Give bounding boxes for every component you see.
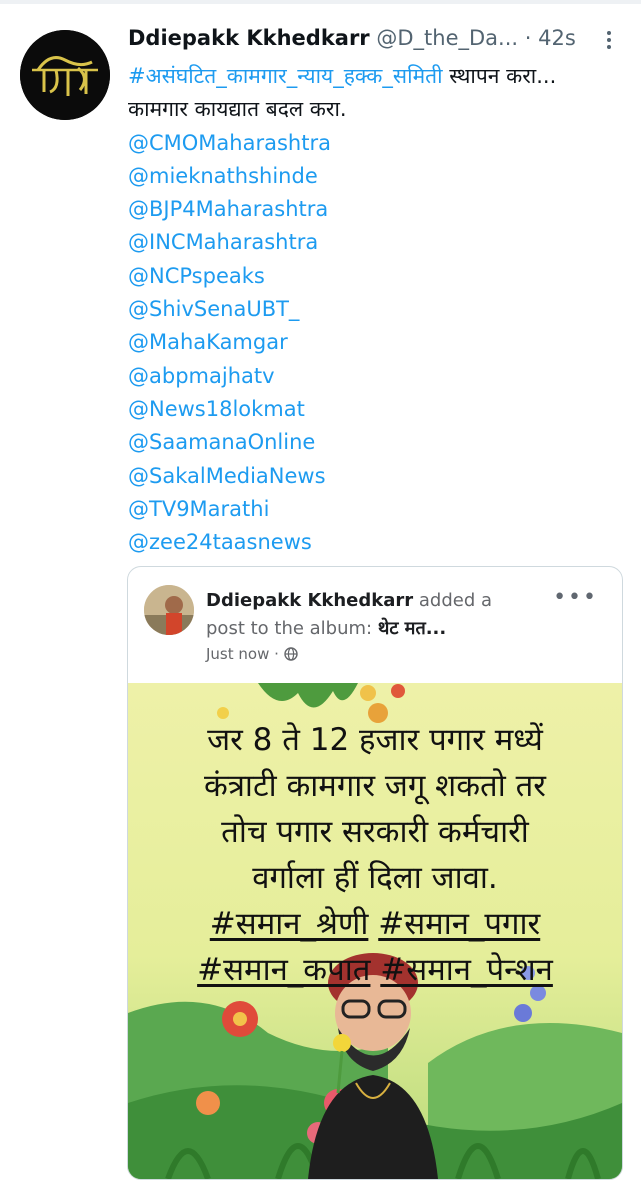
post-author-name[interactable]: Ddiepakk Kkhedkarr <box>206 590 413 611</box>
caption-hashtag: #समान_पगार <box>378 906 541 942</box>
caption-line-3: तोच पगार सरकारी कर्मचारी <box>221 814 529 850</box>
post-time-separator: · <box>269 645 284 663</box>
album-link[interactable]: थेट मत... <box>378 618 446 639</box>
mention-link[interactable]: @News18lokmat <box>128 393 623 426</box>
mention-link[interactable]: @CMOMaharashtra <box>128 127 623 160</box>
mention-link[interactable]: @abpmajhatv <box>128 360 623 393</box>
globe-icon <box>283 647 298 661</box>
post-image-caption: जर 8 ते 12 हजार पगार मध्यें कंत्राटी काम… <box>128 717 622 993</box>
tweet-text: #असंघटित_कामगार_न्याय_हक्क_समिती स्थापन … <box>128 60 623 559</box>
caption-line-4: वर्गाला हीं दिला जावा. <box>252 860 498 896</box>
author-name[interactable]: Ddiepakk Kkhedkarr <box>128 26 370 50</box>
mention-link[interactable]: @SaamanaOnline <box>128 426 623 459</box>
mention-link[interactable]: @ShivSenaUBT_ <box>128 293 623 326</box>
author-handle[interactable]: @D_the_Da... <box>376 26 518 50</box>
post-time-text: Just now <box>206 645 270 663</box>
caption-hashtag: #समान_पेन्शन <box>380 952 553 988</box>
caption-tags-1: #समान_श्रेणी #समान_पगार <box>128 901 622 947</box>
mention-link[interactable]: @SakalMediaNews <box>128 460 623 493</box>
post-timestamp: Just now · <box>206 645 298 663</box>
mention-link[interactable]: @MahaKamgar <box>128 326 623 359</box>
caption-line-1: जर 8 ते 12 हजार पगार मध्यें <box>207 722 543 758</box>
header-separator: · <box>524 26 532 50</box>
mention-link[interactable]: @mieknathshinde <box>128 160 623 193</box>
hashtag-link[interactable]: #असंघटित_कामगार_न्याय_हक्क_समिती <box>128 64 443 88</box>
author-avatar[interactable] <box>20 30 110 120</box>
caption-hashtag: #समान_कपात <box>197 952 371 988</box>
avatar-logo-image <box>20 30 110 120</box>
post-header-text: Ddiepakk Kkhedkarr added a post to the a… <box>206 587 536 643</box>
tweet-line-1: #असंघटित_कामगार_न्याय_हक्क_समिती स्थापन … <box>128 60 623 93</box>
more-vertical-icon[interactable] <box>597 28 621 54</box>
embedded-post-card[interactable]: Ddiepakk Kkhedkarr added a post to the a… <box>127 566 623 1180</box>
mention-link[interactable]: @zee24taasnews <box>128 526 623 559</box>
mention-link[interactable]: @NCPspeaks <box>128 260 623 293</box>
tweet-header: Ddiepakk Kkhedkarr @D_the_Da... · 42s <box>128 26 608 58</box>
tweet-line-2: कामगार कायद्यात बदल करा. <box>128 97 347 122</box>
more-horizontal-icon[interactable]: ••• <box>553 585 598 610</box>
caption-tags-2: #समान_कपात #समान_पेन्शन <box>128 947 622 993</box>
post-author-avatar[interactable] <box>144 585 194 635</box>
top-divider <box>0 0 641 4</box>
tweet-timestamp[interactable]: 42s <box>538 26 576 50</box>
mention-link[interactable]: @TV9Marathi <box>128 493 623 526</box>
mention-link[interactable]: @BJP4Maharashtra <box>128 193 623 226</box>
tweet-line-1-text: स्थापन करा... <box>442 64 557 88</box>
avatar-photo <box>144 585 194 635</box>
caption-hashtag: #समान_श्रेणी <box>209 906 369 942</box>
caption-line-2: कंत्राटी कामगार जगू शकतो तर <box>204 768 546 804</box>
post-image[interactable]: जर 8 ते 12 हजार पगार मध्यें कंत्राटी काम… <box>128 683 622 1179</box>
mention-link[interactable]: @INCMaharashtra <box>128 226 623 259</box>
